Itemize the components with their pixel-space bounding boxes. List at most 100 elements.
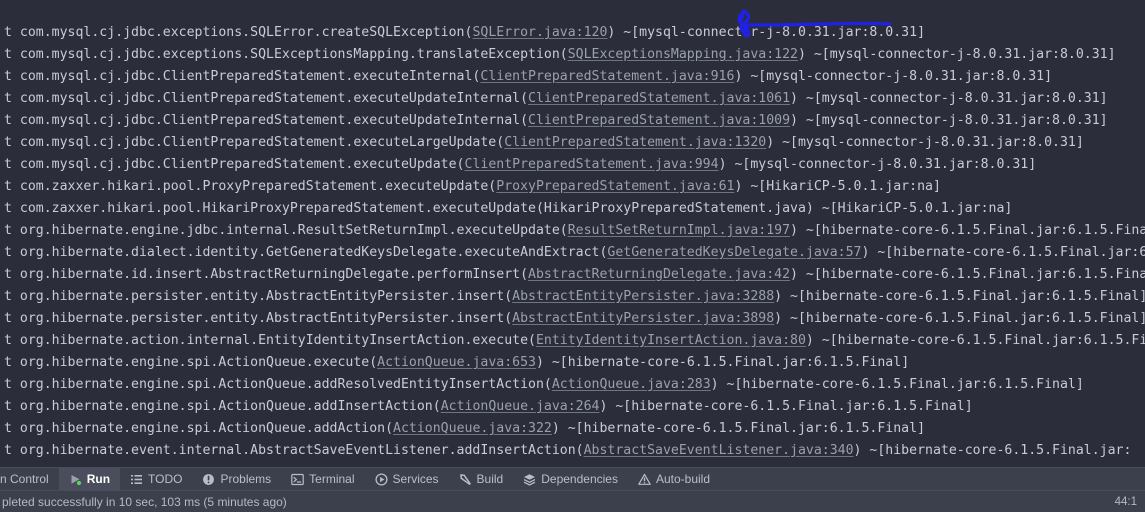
stack-frame-text: t com.mysql.cj.jdbc.exceptions.SQLExcept… bbox=[4, 47, 568, 62]
jar-reference-text: ) ~[mysql-connector-j-8.0.31.jar:8.0.31] bbox=[790, 113, 1108, 128]
stack-trace-line[interactable]: t org.hibernate.event.internal.AbstractS… bbox=[0, 440, 1145, 462]
source-file-link[interactable]: ActionQueue.java:322 bbox=[393, 421, 552, 436]
stack-frame-text: t org.hibernate.persister.entity.Abstrac… bbox=[4, 311, 513, 326]
source-file-link[interactable]: AbstractReturningDelegate.java:42 bbox=[528, 267, 790, 282]
stack-trace-line[interactable]: t org.hibernate.engine.spi.ActionQueue.a… bbox=[0, 396, 1145, 418]
stack-trace-line[interactable]: t org.hibernate.engine.spi.ActionQueue.a… bbox=[0, 374, 1145, 396]
jar-reference-text: ) ~[hibernate-core-6.1.5.Final.jar:6.1.5… bbox=[790, 267, 1145, 282]
tool-window-tab-services[interactable]: Services bbox=[365, 468, 449, 490]
stack-frame-text: t com.mysql.cj.jdbc.ClientPreparedStatem… bbox=[4, 69, 481, 84]
source-file-link[interactable]: SQLError.java:120 bbox=[472, 25, 607, 40]
stack-trace-list: t com.mysql.cj.jdbc.exceptions.SQLError.… bbox=[0, 22, 1145, 462]
stack-frame-text: t org.hibernate.engine.spi.ActionQueue.e… bbox=[4, 355, 378, 370]
tool-window-tab-run[interactable]: Run bbox=[58, 468, 121, 490]
jar-reference-text: ) ~[HikariCP-5.0.1.jar:na] bbox=[734, 179, 941, 194]
status-bar: pleted successfully in 10 sec, 103 ms (5… bbox=[0, 490, 1145, 512]
jar-reference-text: ) ~[hibernate-core-6.1.5.Final.jar:6.1.5… bbox=[774, 311, 1145, 326]
source-file-link[interactable]: AbstractSaveEventListener.java:340 bbox=[584, 443, 854, 458]
stack-frame-text: t com.mysql.cj.jdbc.ClientPreparedStatem… bbox=[4, 157, 465, 172]
tool-window-tab-dependencies[interactable]: Dependencies bbox=[513, 468, 628, 490]
auto-build-icon bbox=[638, 473, 651, 486]
stack-trace-line[interactable]: t org.hibernate.dialect.identity.GetGene… bbox=[0, 242, 1145, 264]
jar-reference-text: ) ~[mysql-connector-j-8.0.31.jar:8.0.31] bbox=[718, 157, 1037, 172]
tool-window-bar[interactable]: n Control Run TODO Problems Terminal Services… bbox=[0, 467, 1145, 490]
jar-reference-text: ) ~[mysql-connector-j-8.0.31.jar:8.0.31] bbox=[797, 47, 1116, 62]
stack-frame-text: t com.zaxxer.hikari.pool.HikariProxyPrep… bbox=[4, 201, 1013, 216]
source-file-link[interactable]: ActionQueue.java:283 bbox=[552, 377, 711, 392]
stack-trace-line[interactable]: t com.mysql.cj.jdbc.exceptions.SQLExcept… bbox=[0, 44, 1145, 66]
stack-frame-text: t org.hibernate.engine.spi.ActionQueue.a… bbox=[4, 399, 441, 414]
todo-icon bbox=[130, 473, 143, 486]
stack-trace-line[interactable]: t org.hibernate.action.internal.EntityId… bbox=[0, 330, 1145, 352]
jar-reference-text: ) ~[hibernate-core-6.1.5.Final.jar:6.1.5… bbox=[774, 289, 1145, 304]
caret-position-indicator[interactable]: 44:1 bbox=[1115, 496, 1137, 508]
tool-window-tab-n-control[interactable]: n Control bbox=[0, 468, 59, 490]
tool-window-tab-label: Services bbox=[392, 472, 439, 486]
stack-frame-text: t org.hibernate.action.internal.EntityId… bbox=[4, 333, 536, 348]
source-file-link[interactable]: SQLExceptionsMapping.java:122 bbox=[568, 47, 798, 62]
stack-trace-line[interactable]: t com.mysql.cj.jdbc.ClientPreparedStatem… bbox=[0, 66, 1145, 88]
terminal-icon bbox=[291, 473, 304, 486]
tool-window-tab-label: Run bbox=[86, 472, 111, 486]
stack-trace-line[interactable]: t org.hibernate.persister.entity.Abstrac… bbox=[0, 308, 1145, 330]
source-file-link[interactable]: ClientPreparedStatement.java:1320 bbox=[504, 135, 766, 150]
stack-trace-line[interactable]: t org.hibernate.persister.entity.Abstrac… bbox=[0, 286, 1145, 308]
dependencies-icon bbox=[523, 473, 536, 486]
stack-trace-line[interactable]: t com.mysql.cj.jdbc.exceptions.SQLError.… bbox=[0, 22, 1145, 44]
stack-trace-line[interactable]: t com.mysql.cj.jdbc.ClientPreparedStatem… bbox=[0, 154, 1145, 176]
tool-window-tab-build[interactable]: Build bbox=[449, 468, 514, 490]
stack-trace-line[interactable]: t org.hibernate.id.insert.AbstractReturn… bbox=[0, 264, 1145, 286]
ide-window: sql.SQLSyntaxErrorException Create break… bbox=[0, 0, 1145, 512]
tool-window-tab-auto-build[interactable]: Auto-build bbox=[628, 468, 720, 490]
stack-trace-line[interactable]: t com.mysql.cj.jdbc.ClientPreparedStatem… bbox=[0, 88, 1145, 110]
tool-window-tab-problems[interactable]: Problems bbox=[192, 468, 281, 490]
tool-window-tab-label: Terminal bbox=[309, 472, 355, 486]
stack-trace-line[interactable]: t com.mysql.cj.jdbc.ClientPreparedStatem… bbox=[0, 110, 1145, 132]
jar-reference-text: ) ~[mysql-connector-j-8.0.31.jar:8.0.31] bbox=[734, 69, 1053, 84]
build-icon bbox=[459, 473, 472, 486]
source-file-link[interactable]: ClientPreparedStatement.java:1061 bbox=[528, 91, 790, 106]
tool-window-tab-label: Dependencies bbox=[541, 472, 618, 486]
stack-trace-line[interactable]: t com.mysql.cj.jdbc.ClientPreparedStatem… bbox=[0, 132, 1145, 154]
source-file-link[interactable]: ResultSetReturnImpl.java:197 bbox=[568, 223, 790, 238]
jar-reference-text: ) ~[mysql-connector-j-8.0.31.jar:8.0.31] bbox=[790, 91, 1108, 106]
jar-reference-text: ) ~[mysql-connector-j-8.0.31.jar:8.0.31] bbox=[607, 25, 926, 40]
jar-reference-text: ) ~[hibernate-core-6.1.5.Final.jar:6.1.5… bbox=[551, 421, 926, 436]
run-icon bbox=[69, 473, 82, 486]
stack-trace-line[interactable]: t com.zaxxer.hikari.pool.HikariProxyPrep… bbox=[0, 198, 1145, 220]
source-file-link[interactable]: GetGeneratedKeysDelegate.java:57 bbox=[607, 245, 861, 260]
tool-window-tab-todo[interactable]: TODO bbox=[120, 468, 192, 490]
source-file-link[interactable]: AbstractEntityPersister.java:3898 bbox=[512, 311, 774, 326]
tool-window-tab-terminal[interactable]: Terminal bbox=[281, 468, 364, 490]
problems-icon bbox=[202, 473, 215, 486]
tool-window-tab-label: TODO bbox=[148, 472, 183, 486]
source-file-link[interactable]: ClientPreparedStatement.java:916 bbox=[480, 69, 734, 84]
jar-reference-text: ) ~[hibernate-core-6.1.5.Final.jar: bbox=[853, 443, 1132, 458]
jar-reference-text: ) ~[hibernate-core-6.1.5.Final.jar:6.1.5… bbox=[790, 223, 1145, 238]
source-file-link[interactable]: ClientPreparedStatement.java:1009 bbox=[528, 113, 790, 128]
tool-window-tab-label: Problems bbox=[220, 472, 272, 486]
source-file-link[interactable]: ProxyPreparedStatement.java:61 bbox=[496, 179, 734, 194]
source-file-link[interactable]: AbstractEntityPersister.java:3288 bbox=[512, 289, 774, 304]
source-file-link[interactable]: ActionQueue.java:264 bbox=[441, 399, 600, 414]
stack-trace-line[interactable]: t org.hibernate.engine.spi.ActionQueue.e… bbox=[0, 352, 1145, 374]
tool-window-tab-label: Auto-build bbox=[655, 472, 711, 486]
tool-window-tab-label: Build bbox=[476, 472, 504, 486]
jar-reference-text: ) ~[hibernate-core-6.1.5.Final.jar:6.1.5… bbox=[599, 399, 973, 414]
stack-frame-text: t org.hibernate.dialect.identity.GetGene… bbox=[4, 245, 608, 260]
stack-frame-text: t org.hibernate.persister.entity.Abstrac… bbox=[4, 289, 513, 304]
source-file-link[interactable]: ClientPreparedStatement.java:994 bbox=[465, 157, 719, 172]
stack-frame-text: t org.hibernate.id.insert.AbstractReturn… bbox=[4, 267, 529, 282]
stack-trace-line[interactable]: t org.hibernate.engine.jdbc.internal.Res… bbox=[0, 220, 1145, 242]
stack-frame-text: t org.hibernate.engine.spi.ActionQueue.a… bbox=[4, 421, 394, 436]
stack-trace-line[interactable]: t org.hibernate.engine.spi.ActionQueue.a… bbox=[0, 418, 1145, 440]
source-file-link[interactable]: ActionQueue.java:653 bbox=[377, 355, 536, 370]
tool-window-tab-label: n Control bbox=[0, 472, 49, 486]
stack-frame-text: t com.mysql.cj.jdbc.ClientPreparedStatem… bbox=[4, 113, 529, 128]
jar-reference-text: ) ~[hibernate-core-6.1.5.Final.jar:6.1.5… bbox=[805, 333, 1145, 348]
stack-frame-text: t org.hibernate.engine.spi.ActionQueue.a… bbox=[4, 377, 552, 392]
source-file-link[interactable]: EntityIdentityInsertAction.java:80 bbox=[536, 333, 806, 348]
run-console-output[interactable]: sql.SQLSyntaxErrorException Create break… bbox=[0, 0, 1145, 470]
stack-trace-line[interactable]: t com.zaxxer.hikari.pool.ProxyPreparedSt… bbox=[0, 176, 1145, 198]
build-status-message: pleted successfully in 10 sec, 103 ms (5… bbox=[2, 494, 287, 509]
